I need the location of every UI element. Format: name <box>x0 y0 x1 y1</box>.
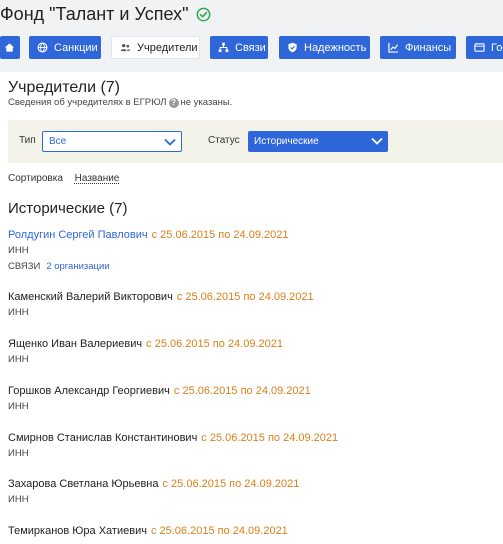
nav-gov-button[interactable]: Гос <box>466 36 503 59</box>
nav-links-button[interactable]: Связи <box>210 36 268 59</box>
type-select[interactable]: Все <box>42 131 182 152</box>
chart-icon <box>388 42 399 53</box>
person-dates: с 25.06.2015 по 24.09.2021 <box>146 338 283 350</box>
org-title: Фонд "Талант и Успех" <box>0 4 189 24</box>
globe-icon <box>37 42 48 53</box>
person-dates: с 25.06.2015 по 24.09.2021 <box>201 432 339 444</box>
person-name: Каменский Валерий Викторович <box>8 291 173 303</box>
person-inn: ИНН <box>8 245 29 256</box>
nav-founders-tab[interactable]: Учредители <box>111 36 200 59</box>
gov-icon <box>474 42 485 53</box>
section-subtitle: Сведения об учредителях в ЕГРЮЛ ? не ука… <box>8 97 233 108</box>
nav-reliability-button[interactable]: Надежность <box>279 36 370 59</box>
org-header: Фонд "Талант и Успех" <box>0 4 211 25</box>
related-orgs-link[interactable]: 2 организации <box>46 261 109 272</box>
person-inn: ИНН <box>8 448 29 459</box>
person-links: СВЯЗИ 2 организации <box>8 261 110 272</box>
list-item: Ролдугин Сергей Павлович с 25.06.2015 по … <box>8 229 503 272</box>
nav-sanctions-button[interactable]: Санкции <box>29 36 101 59</box>
person-dates: с 25.06.2015 по 24.09.2021 <box>162 478 300 490</box>
person-dates: с 25.06.2015 по 24.09.2021 <box>176 291 314 303</box>
section-title: Учредители (7) <box>8 79 121 96</box>
filter-panel: Тип Все Статус Исторические <box>8 120 503 163</box>
person-dates: с 25.06.2015 по 24.09.2021 <box>173 385 311 397</box>
list-item: Горшков Александр Георгиевич с 25.06.2015… <box>8 385 503 412</box>
person-inn: ИНН <box>8 401 29 412</box>
person-name: Смирнов Станислав Константинович <box>8 432 198 444</box>
sort-label: Сортировка <box>8 173 63 184</box>
status-label: Статус <box>208 135 240 146</box>
list-item: Каменский Валерий Викторович с 25.06.2015… <box>8 291 503 318</box>
nav-finance-button[interactable]: Финансы <box>380 36 456 59</box>
person-name: Темирканов Юра Хатиевич <box>8 525 147 537</box>
person-inn: ИНН <box>8 307 29 318</box>
person-name: Горшков Александр Георгиевич <box>8 385 170 397</box>
network-icon <box>218 42 229 53</box>
sort-by-name-link[interactable]: Название <box>75 173 120 184</box>
person-dates: с 25.06.2015 по 24.09.2021 <box>151 229 289 241</box>
list-item: Темирканов Юра Хатиевич с 25.06.2015 по 2… <box>8 525 503 537</box>
help-icon[interactable]: ? <box>168 97 179 108</box>
status-select[interactable]: Исторические <box>248 131 388 152</box>
people-icon <box>120 42 131 53</box>
person-dates: с 25.06.2015 по 24.09.2021 <box>150 525 288 537</box>
shield-icon <box>287 42 298 53</box>
nav-home-button[interactable] <box>0 36 20 59</box>
group-title: Исторические (7) <box>8 200 128 217</box>
person-inn: ИНН <box>8 354 29 365</box>
chevron-down-icon <box>163 135 177 149</box>
chevron-down-icon <box>370 134 384 148</box>
section-nav: Санкции Учредители Связи Надежность Фина… <box>0 36 503 60</box>
person-inn: ИНН <box>8 494 29 505</box>
home-icon <box>4 42 15 53</box>
person-name-link[interactable]: Ролдугин Сергей Павлович <box>8 229 148 241</box>
sort-row: Сортировка Название <box>8 173 119 184</box>
list-item: Захарова Светлана Юрьевна с 25.06.2015 по… <box>8 478 503 505</box>
check-circle-icon <box>196 7 211 22</box>
person-name: Ященко Иван Валериевич <box>8 338 143 350</box>
header-band: Фонд "Талант и Успех" Санкции Учредители… <box>0 0 503 72</box>
person-name: Захарова Светлана Юрьевна <box>8 478 159 490</box>
type-label: Тип <box>19 135 36 146</box>
list-item: Смирнов Станислав Константинович с 25.06.… <box>8 432 503 459</box>
list-item: Ященко Иван Валериевич с 25.06.2015 по 24… <box>8 338 503 365</box>
